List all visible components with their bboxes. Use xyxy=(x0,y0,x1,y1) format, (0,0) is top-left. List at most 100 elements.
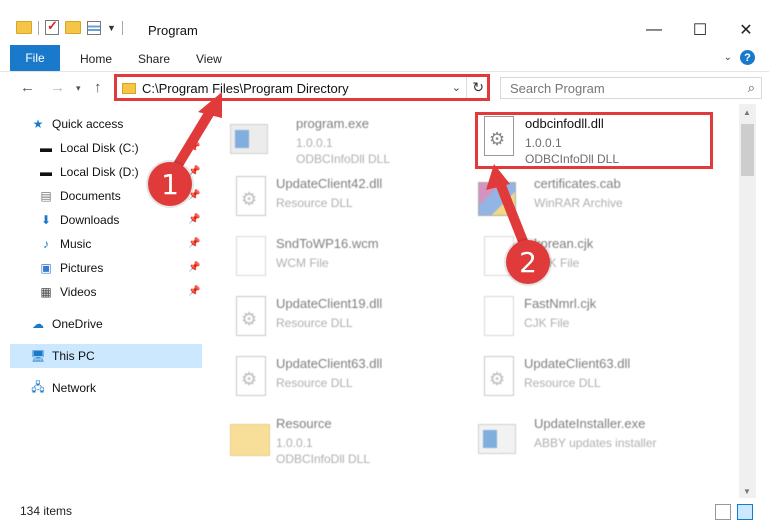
highlight-box xyxy=(475,112,713,169)
archive-icon xyxy=(478,176,520,224)
sidebar-item-label: OneDrive xyxy=(52,317,103,331)
address-text[interactable]: C:\Program Files\Program Directory xyxy=(142,81,349,96)
dll-icon xyxy=(478,356,520,404)
sidebar-item-label: This PC xyxy=(52,349,95,363)
file-name: SndToWP16.wcm xyxy=(276,236,379,251)
scroll-thumb[interactable] xyxy=(741,124,754,176)
vertical-scrollbar[interactable]: ▲ ▼ xyxy=(739,104,756,498)
file-type: WCM File xyxy=(276,256,329,270)
tab-file[interactable]: File xyxy=(10,45,60,71)
up-icon[interactable]: ↑ xyxy=(94,79,102,96)
exe-icon xyxy=(478,416,520,464)
sidebar-item-pictures[interactable]: ▣ Pictures xyxy=(38,256,103,280)
sidebar-item-label: Local Disk (C:) xyxy=(60,141,139,155)
folder-icon xyxy=(122,83,136,94)
music-icon: ♪ xyxy=(43,237,49,251)
minimize-button[interactable]: — xyxy=(631,16,677,44)
help-icon[interactable]: ? xyxy=(740,50,755,65)
properties-icon[interactable] xyxy=(87,20,101,35)
file-type: Resource DLL xyxy=(276,196,353,210)
pictures-icon: ▣ xyxy=(40,261,52,275)
file-type: ABBY updates installer xyxy=(534,436,657,450)
back-icon[interactable]: ← xyxy=(20,79,35,96)
sidebar-item-local-disk-c[interactable]: ▬ Local Disk (C:) xyxy=(38,136,139,160)
address-bar[interactable]: C:\Program Files\Program Directory ⌄ ↻ xyxy=(114,74,490,101)
file-type: Resource DLL xyxy=(524,376,601,390)
sidebar-item-music[interactable]: ♪ Music xyxy=(38,232,91,256)
file-description: ODBCInfoDll DLL xyxy=(296,152,391,166)
navigation-bar: ← → ▾ ↑ C:\Program Files\Program Directo… xyxy=(0,73,769,103)
file-version: 1.0.0.1 xyxy=(276,436,313,450)
file-item[interactable]: UpdateClient63.dll Resource DLL xyxy=(230,352,470,408)
pin-icon: 📌 xyxy=(188,262,201,273)
file-name: UpdateInstaller.exe xyxy=(534,416,646,431)
item-count: 134 items xyxy=(20,504,73,518)
file-item[interactable]: certificates.cab WinRAR Archive xyxy=(478,172,718,228)
search-placeholder: Search Program xyxy=(510,81,605,96)
search-input[interactable]: Search Program ⌕ xyxy=(500,77,762,99)
forward-icon[interactable]: → xyxy=(50,79,65,96)
folder-icon[interactable] xyxy=(16,21,32,34)
sidebar-item-label: Music xyxy=(60,237,92,251)
separator xyxy=(38,20,39,35)
sidebar-item-label: Network xyxy=(52,381,97,395)
sidebar-item-label: Documents xyxy=(60,189,121,203)
tab-share[interactable]: Share xyxy=(138,52,170,66)
sidebar-item-documents[interactable]: ▤ Documents xyxy=(38,184,121,208)
sidebar-item-videos[interactable]: ▦ Videos xyxy=(38,280,96,304)
scroll-up-icon[interactable]: ▲ xyxy=(743,108,751,117)
maximize-button[interactable]: ☐ xyxy=(677,16,723,44)
sidebar-item-network[interactable]: 🖧 Network xyxy=(30,376,96,400)
file-item[interactable]: program.exe 1.0.0.1 ODBCInfoDll DLL xyxy=(230,112,470,168)
file-version: 1.0.0.1 xyxy=(296,136,333,150)
file-item[interactable]: UpdateClient19.dll Resource DLL xyxy=(230,292,470,348)
sidebar-item-label: Videos xyxy=(60,285,97,299)
tab-home[interactable]: Home xyxy=(80,52,112,66)
close-button[interactable]: ✕ xyxy=(723,16,769,44)
file-type: Resource DLL xyxy=(276,316,353,330)
quick-access-toolbar: ▼ xyxy=(16,18,123,35)
file-item[interactable]: SndToWP16.wcm WCM File xyxy=(230,232,470,288)
address-dropdown-icon[interactable]: ⌄ xyxy=(452,81,461,94)
sidebar-item-onedrive[interactable]: ☁ OneDrive xyxy=(30,312,103,336)
file-description: ODBCInfoDll DLL xyxy=(276,452,371,466)
dll-icon xyxy=(230,356,272,404)
recent-locations-icon[interactable]: ▾ xyxy=(76,83,81,94)
properties-check-icon[interactable] xyxy=(45,18,59,35)
sidebar-item-label: Quick access xyxy=(52,117,124,131)
new-folder-icon[interactable] xyxy=(65,21,81,34)
callout-2: 2 xyxy=(506,240,550,284)
window-title: Program xyxy=(148,23,198,38)
title-bar: ▼ Program — ☐ ✕ xyxy=(0,0,769,44)
search-icon: ⌕ xyxy=(747,80,755,95)
callout-1: 1 xyxy=(148,162,192,206)
file-item[interactable]: UpdateClient63.dll Resource DLL xyxy=(478,352,718,408)
file-name: Resource xyxy=(276,416,332,431)
pc-icon: 🖥 xyxy=(30,349,46,363)
file-name: UpdateClient19.dll xyxy=(276,296,383,311)
customize-dropdown-icon[interactable]: ▼ xyxy=(107,23,116,33)
details-view-icon[interactable] xyxy=(715,504,731,520)
downloads-icon: ⬇ xyxy=(40,213,52,227)
file-item[interactable]: UpdateClient42.dll Resource DLL xyxy=(230,172,470,228)
file-item[interactable]: UpdateInstaller.exe ABBY updates install… xyxy=(478,412,718,468)
folder-item[interactable]: Resource 1.0.0.1 ODBCInfoDll DLL xyxy=(230,412,470,468)
tab-view[interactable]: View xyxy=(196,52,222,66)
sidebar-item-this-pc[interactable]: 🖥 This PC xyxy=(10,344,202,368)
file-type: WinRAR Archive xyxy=(534,196,623,210)
tiles-view-icon[interactable] xyxy=(737,504,753,520)
file-item[interactable]: FastNmrl.cjk CJK File xyxy=(478,292,718,348)
maximize-icon: ☐ xyxy=(692,22,708,39)
sidebar-item-local-disk-d[interactable]: ▬ Local Disk (D:) xyxy=(38,160,139,184)
drive-icon: ▬ xyxy=(40,165,52,179)
documents-icon: ▤ xyxy=(40,189,52,203)
sidebar-item-downloads[interactable]: ⬇ Downloads xyxy=(38,208,119,232)
star-icon: ★ xyxy=(32,117,44,131)
scroll-down-icon[interactable]: ▼ xyxy=(743,487,751,496)
expand-ribbon-icon[interactable]: ⌄ xyxy=(724,52,732,63)
refresh-icon[interactable]: ↻ xyxy=(472,79,484,96)
file-icon xyxy=(478,296,520,344)
program-icon xyxy=(230,116,272,164)
sidebar-item-quick-access[interactable]: ★ Quick access xyxy=(30,112,124,136)
close-icon: ✕ xyxy=(739,22,753,39)
